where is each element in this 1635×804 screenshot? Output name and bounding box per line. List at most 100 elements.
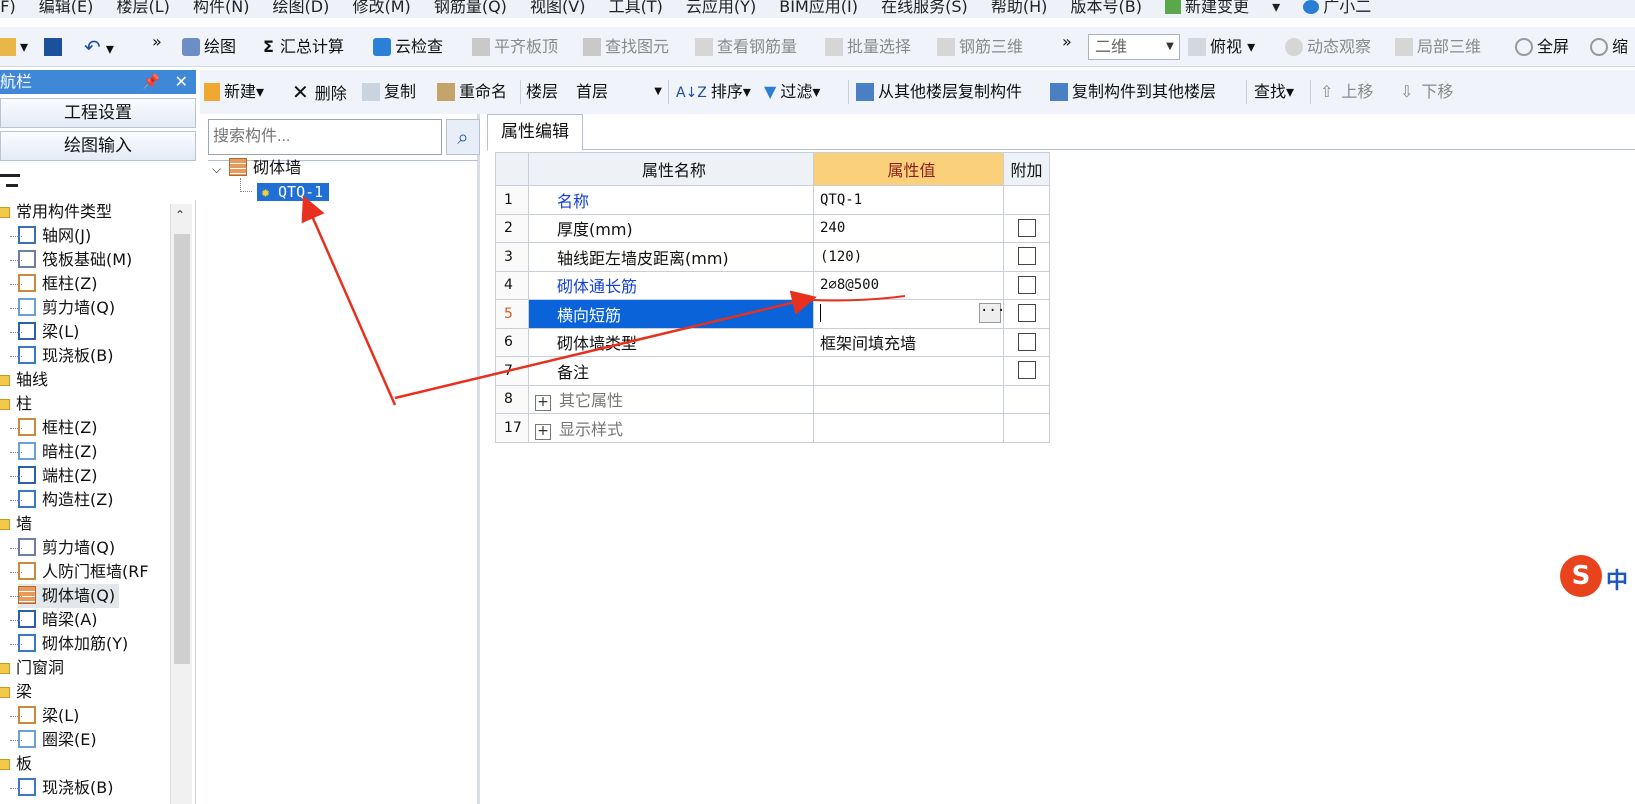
nav-item[interactable]: 现浇板(B) — [10, 776, 113, 800]
menu-edit[interactable]: 编辑(E) — [39, 0, 94, 15]
menu-view[interactable]: 视图(V) — [530, 0, 585, 15]
plus-icon[interactable]: + — [535, 423, 551, 440]
nav-folder[interactable]: 门窗洞 — [0, 656, 64, 680]
nav-item[interactable]: 暗梁(A) — [10, 608, 97, 632]
project-settings-button[interactable]: 工程设置 — [0, 98, 196, 128]
menu-cloud[interactable]: 云应用(Y) — [686, 0, 756, 15]
extra-checkbox[interactable] — [1017, 304, 1036, 323]
menu-new-change[interactable]: 新建变更 ▾ — [1165, 0, 1280, 15]
prop-group[interactable]: + 其它属性 — [528, 384, 814, 414]
table-row[interactable]: 8 + 其它属性 — [495, 384, 1050, 414]
local-3d-button[interactable]: 局部三维 — [1395, 36, 1481, 58]
find-element-button[interactable]: 查找图元 — [583, 36, 669, 58]
nav-item[interactable]: 剪力墙(Q) — [10, 536, 115, 560]
open-folder-button[interactable]: ▾ — [0, 36, 28, 58]
extra-checkbox[interactable] — [1017, 361, 1036, 380]
nav-item[interactable]: 暗柱(Z) — [10, 440, 97, 464]
draw-button[interactable]: 绘图 — [182, 36, 236, 58]
nav-folder[interactable]: 梁 — [0, 680, 32, 704]
align-top-button[interactable]: 平齐板顶 — [472, 36, 558, 58]
toolbar-overflow-2[interactable]: » — [1062, 31, 1072, 53]
search-icon[interactable]: ⌕ — [446, 119, 480, 155]
nav-item[interactable]: 梁(L) — [10, 320, 79, 344]
extra-checkbox[interactable] — [1017, 332, 1036, 351]
nav-item[interactable]: 砌体加筋(Y) — [10, 632, 128, 656]
menu-version[interactable]: 版本号(B) — [1070, 0, 1141, 15]
chevron-down-icon[interactable]: ⌵ — [212, 162, 221, 176]
nav-item[interactable]: 砌体墙(Q) — [10, 584, 120, 608]
menu-floor[interactable]: 楼层(L) — [116, 0, 169, 15]
nav-scrollbar[interactable]: ⌃ — [170, 204, 192, 804]
batch-select-button[interactable]: 批量选择 — [825, 36, 911, 58]
copy-from-floor-button[interactable]: 从其他楼层复制构件 — [856, 81, 1022, 103]
prop-value[interactable]: 框架间填充墙 — [813, 327, 1004, 357]
ellipsis-icon[interactable]: ··· — [979, 303, 1005, 323]
menu-rebar[interactable]: 钢筋量(Q) — [434, 0, 507, 15]
prop-value-editor[interactable]: ··· — [813, 299, 1005, 329]
menu-tools[interactable]: 工具(T) — [609, 0, 663, 15]
prop-value[interactable]: (120) — [813, 242, 1004, 272]
dynamic-view-button[interactable]: 动态观察 — [1285, 36, 1371, 58]
move-down-button[interactable]: ⇩ 下移 — [1400, 81, 1453, 103]
menu-component[interactable]: 构件(N) — [193, 0, 249, 15]
close-icon[interactable]: ✕ — [175, 70, 188, 94]
tree-node-qtq-1[interactable]: ✹ QTQ-1 — [257, 180, 330, 204]
toolbar-overflow-1[interactable]: » — [152, 31, 162, 53]
extra-checkbox[interactable] — [1017, 247, 1036, 266]
delete-button[interactable]: ✕ 删除 — [292, 81, 347, 103]
tab-property-edit[interactable]: 属性编辑 — [487, 114, 583, 151]
nav-folder[interactable]: 柱 — [0, 392, 32, 416]
menu-online[interactable]: 在线服务(S) — [881, 0, 968, 15]
cloud-check-button[interactable]: 云检查 — [373, 36, 443, 58]
table-row[interactable]: 6 砌体墙类型 框架间填充墙 — [495, 327, 1050, 357]
floor-select[interactable]: 首层 ▼ — [576, 81, 662, 103]
new-button[interactable]: 新建▾ — [204, 81, 264, 103]
copy-button[interactable]: 复制 — [362, 81, 416, 103]
search-input[interactable] — [208, 119, 442, 155]
nav-folder[interactable]: 常用构件类型 — [0, 200, 112, 224]
sort-button[interactable]: A↓Z 排序▾ — [676, 81, 751, 103]
undo-button[interactable]: ↶ ▾ — [84, 36, 114, 58]
sum-calc-button[interactable]: Σ 汇总计算 — [263, 36, 344, 58]
filter-button[interactable]: ▼ 过滤▾ — [764, 81, 820, 103]
view-mode-select[interactable]: 二维 ▼ — [1088, 34, 1180, 60]
nav-folder[interactable]: 墙 — [0, 512, 32, 536]
table-row[interactable]: 17 + 显示样式 — [495, 413, 1050, 443]
nav-folder[interactable]: 轴线 — [0, 368, 48, 392]
top-view-button[interactable]: 俯视 ▾ — [1188, 36, 1255, 58]
prop-value[interactable]: QTQ-1 — [813, 185, 1004, 215]
scroll-thumb[interactable] — [174, 234, 190, 664]
tree-node-masonry-wall[interactable]: ⌵ 砌体墙 — [212, 156, 301, 180]
nav-item[interactable]: 剪力墙(Q) — [10, 296, 115, 320]
zoom-button[interactable]: 缩 — [1590, 36, 1628, 58]
tree-collapse-icon[interactable] — [0, 174, 20, 178]
view-rebar-button[interactable]: 查看钢筋量 — [695, 36, 797, 58]
nav-item[interactable]: 构造柱(Z) — [10, 488, 113, 512]
plus-icon[interactable]: + — [535, 395, 551, 412]
nav-folder[interactable]: 板 — [0, 752, 32, 776]
menu-help[interactable]: 帮助(H) — [991, 0, 1048, 15]
ime-indicator[interactable]: S 中 — [1560, 555, 1635, 599]
nav-item[interactable]: 现浇板(B) — [10, 344, 113, 368]
nav-item[interactable]: 人防门框墙(RF — [10, 560, 149, 584]
rename-button[interactable]: 重命名 — [437, 81, 507, 103]
menu-file[interactable]: (F) — [0, 0, 16, 15]
draw-input-button[interactable]: 绘图输入 — [0, 131, 196, 161]
menu-modify[interactable]: 修改(M) — [352, 0, 410, 15]
menu-draw[interactable]: 绘图(D) — [273, 0, 330, 15]
table-row[interactable]: 4 砌体通长筋 2⌀8@500 — [495, 270, 1050, 300]
find-button[interactable]: 查找▾ — [1254, 81, 1294, 103]
nav-item[interactable]: 圈梁(E) — [10, 728, 97, 752]
table-row[interactable]: 7 备注 — [495, 356, 1050, 386]
prop-group[interactable]: + 显示样式 — [528, 413, 814, 443]
menu-bim[interactable]: BIM应用(I) — [779, 0, 858, 15]
table-row-selected[interactable]: 5 横向短筋 ··· — [495, 299, 1050, 329]
move-up-button[interactable]: ⇧ 上移 — [1320, 81, 1373, 103]
prop-value[interactable] — [813, 356, 1004, 386]
nav-item[interactable]: 筏板基础(M) — [10, 248, 132, 272]
extra-checkbox[interactable] — [1017, 275, 1036, 294]
nav-item[interactable]: 梁(L) — [10, 704, 79, 728]
nav-item[interactable]: 框柱(Z) — [10, 272, 97, 296]
rebar-3d-button[interactable]: 钢筋三维 — [937, 36, 1023, 58]
nav-item[interactable]: 框柱(Z) — [10, 416, 97, 440]
